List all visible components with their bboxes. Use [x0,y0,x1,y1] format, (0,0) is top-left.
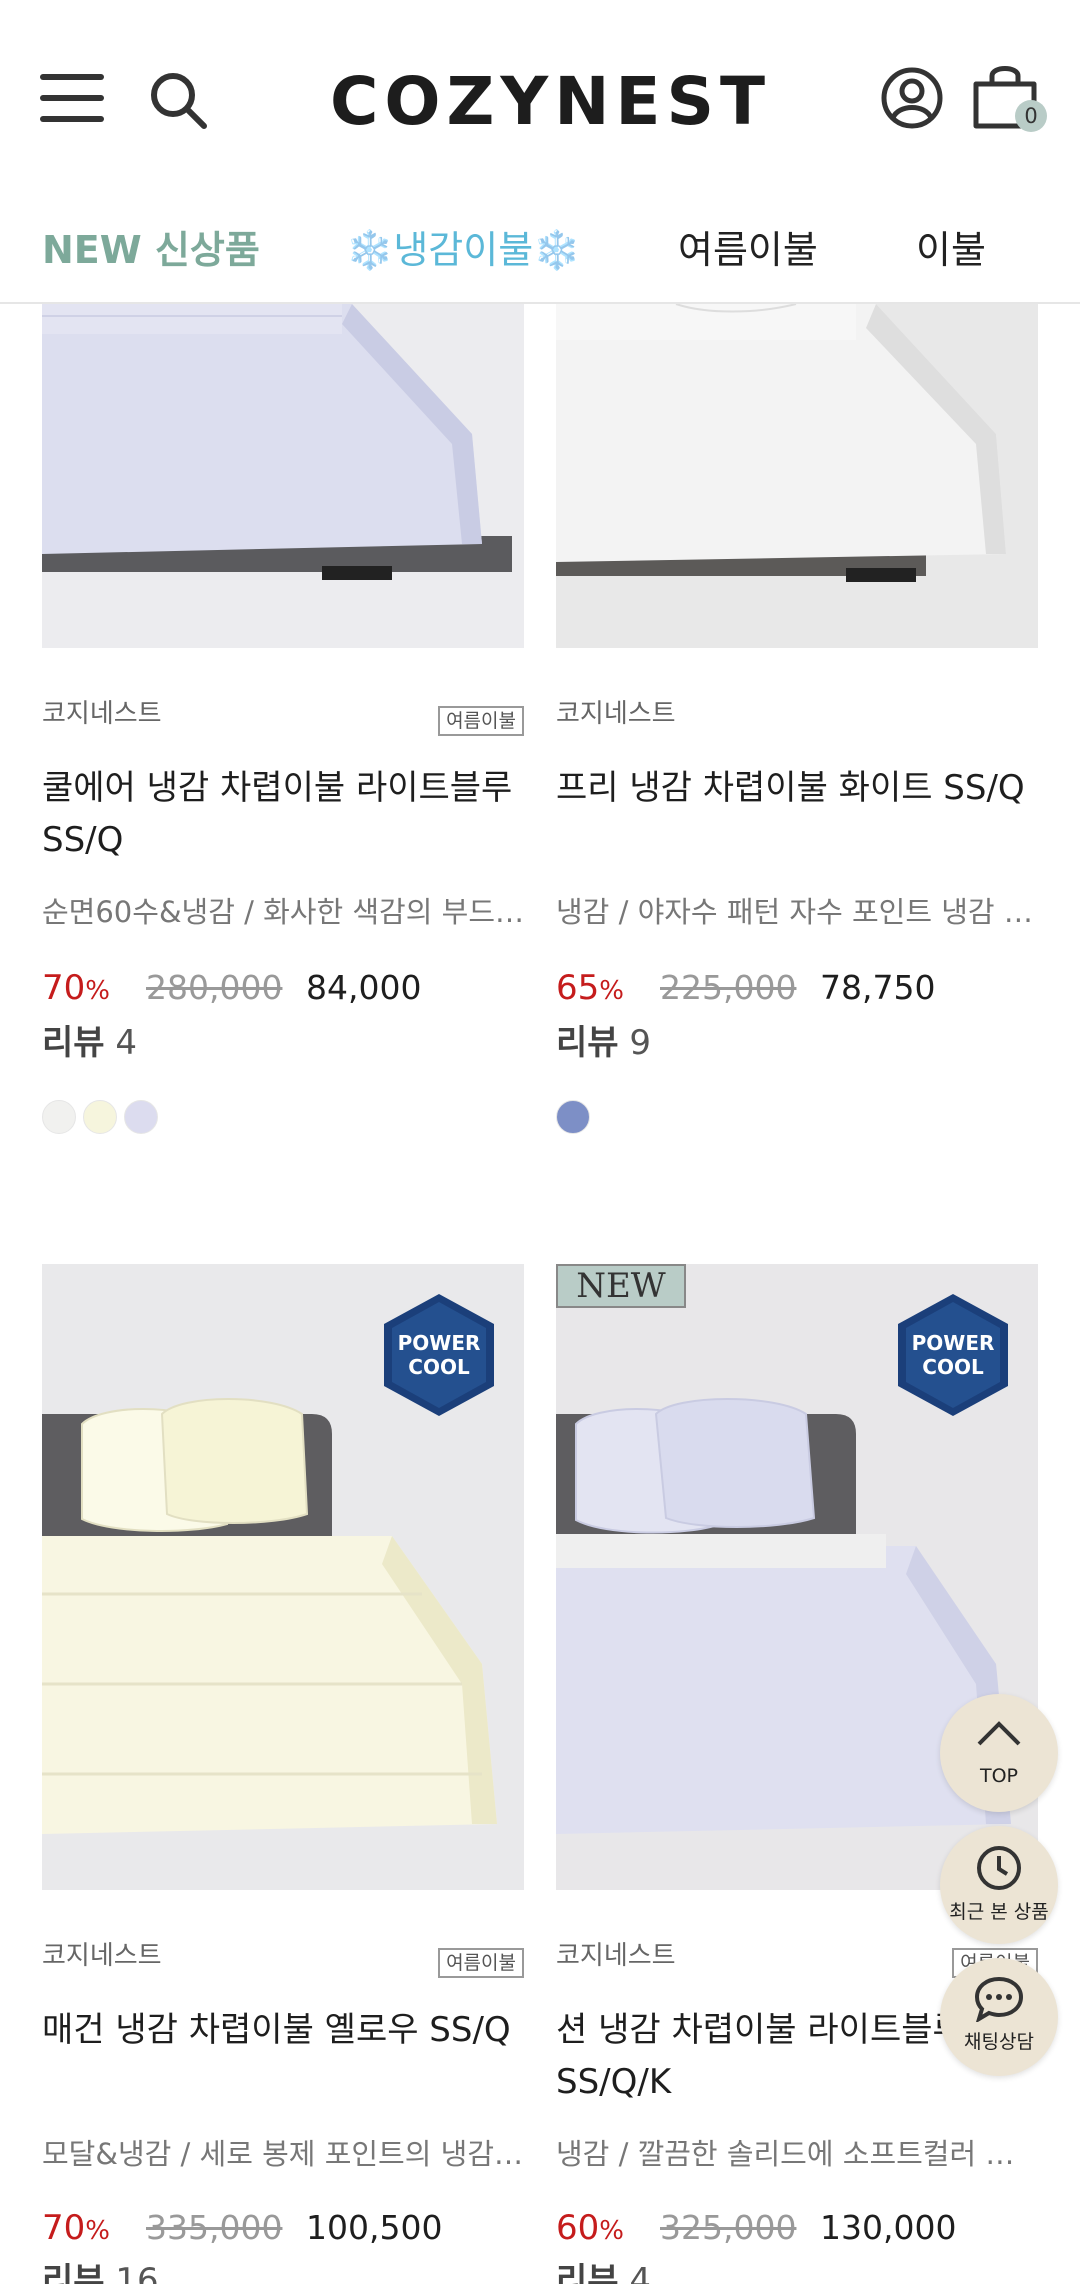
product-name[interactable]: 매건 냉감 차렵이불 옐로우 SS/Q [42,2004,524,2056]
app-header: COZYNEST 0 [0,0,1080,200]
product-brand: 코지네스트 [556,699,676,729]
review-count: 리뷰 4 [556,2261,652,2284]
account-icon[interactable] [880,66,944,130]
powercool-badge: POWER COOL [898,1294,1008,1416]
sale-price: 78,750 [820,968,936,1007]
category-tabs: NEW 신상품 ❄️냉감이불❄️ 여름이불 이불 [0,200,1080,304]
chat-consult-label: 채팅상담 [964,2031,1034,2053]
product-card[interactable]: 코지네스트 프리 냉감 차렵이불 화이트 SS/Q 냉감 / 야자수 패턴 자수… [556,304,1038,1164]
color-swatch[interactable] [556,1100,590,1134]
recent-viewed-button[interactable]: 최근 본 상품 [940,1826,1058,1944]
menu-icon[interactable] [40,74,106,124]
chat-consult-button[interactable]: 채팅상담 [940,1958,1058,2076]
category-tag: 여름이불 [438,1948,524,1978]
sale-price: 100,500 [306,2208,443,2247]
discount-rate: 70% [42,968,110,1008]
product-name[interactable]: 쿨에어 냉감 차렵이불 라이트블루 SS/Q [42,762,524,866]
product-card[interactable]: POWER COOL 코지네스트 여름이불 매건 냉감 차렵이불 옐로우 SS/… [42,1264,524,2284]
product-description: 모달&냉감 / 세로 봉제 포인트의 냉감 차렵이불 [42,2137,524,2171]
original-price: 225,000 [660,968,797,1007]
price-row: 65% 225,000 78,750 [556,968,1038,1018]
sale-price: 84,000 [306,968,422,1007]
svg-text:POWER: POWER [912,1331,995,1355]
color-swatch[interactable] [83,1100,117,1134]
scroll-top-button[interactable]: TOP [940,1694,1058,1812]
tab-cooling-quilt[interactable]: ❄️냉감이불❄️ [346,224,580,276]
product-brand: 코지네스트 [42,699,162,729]
product-image[interactable]: POWER COOL [42,1264,524,1890]
discount-rate: 65% [556,968,624,1008]
price-row: 70% 280,000 84,000 [42,968,524,1018]
scroll-top-label: TOP [979,1765,1019,1787]
color-swatch[interactable] [124,1100,158,1134]
chevron-up-icon [977,1721,1021,1746]
recent-viewed-label: 최근 본 상품 [949,1901,1049,1923]
original-price: 280,000 [146,968,283,1007]
product-image[interactable] [42,304,524,648]
discount-rate: 60% [556,2208,624,2248]
svg-text:POWER: POWER [398,1331,481,1355]
original-price: 335,000 [146,2208,283,2247]
product-brand: 코지네스트 [556,1941,676,1971]
review-count: 리뷰 9 [556,1023,652,1063]
tab-quilt[interactable]: 이불 [916,224,986,276]
product-description: 냉감 / 야자수 패턴 자수 포인트 냉감 차렵이불 [556,895,1038,929]
review-count: 리뷰 16 [42,2261,159,2284]
sale-price: 130,000 [820,2208,957,2247]
color-swatches [42,1100,165,1136]
search-icon[interactable] [148,70,208,130]
new-badge: NEW [556,1264,686,1308]
color-swatches [556,1100,597,1136]
category-tag: 여름이불 [438,706,524,736]
tab-summer-quilt[interactable]: 여름이불 [678,224,818,276]
powercool-badge: POWER COOL [384,1294,494,1416]
svg-text:COOL: COOL [408,1355,470,1379]
chat-bubble-icon [974,1976,1024,2022]
cart-count-badge: 0 [1015,100,1047,132]
product-image[interactable] [556,304,1038,648]
review-count: 리뷰 4 [42,1023,138,1063]
price-row: 70% 335,000 100,500 [42,2208,524,2258]
svg-text:COOL: COOL [922,1355,984,1379]
price-row: 60% 325,000 130,000 [556,2208,1038,2258]
product-description: 냉감 / 깔끔한 솔리드에 소프트컬러 냉감 차렵이불 [556,2137,1038,2171]
tab-new-arrivals[interactable]: NEW 신상품 [42,224,260,276]
product-card[interactable]: 코지네스트 여름이불 쿨에어 냉감 차렵이불 라이트블루 SS/Q 순면60수&… [42,304,524,1164]
brand-logo[interactable]: COZYNEST [330,62,765,142]
original-price: 325,000 [660,2208,797,2247]
product-name[interactable]: 프리 냉감 차렵이불 화이트 SS/Q [556,762,1038,814]
discount-rate: 70% [42,2208,110,2248]
product-brand: 코지네스트 [42,1941,162,1971]
clock-icon [977,1846,1021,1890]
product-description: 순면60수&냉감 / 화사한 색감의 부드러운 냉감 차렵이불 [42,895,524,929]
color-swatch[interactable] [42,1100,76,1134]
